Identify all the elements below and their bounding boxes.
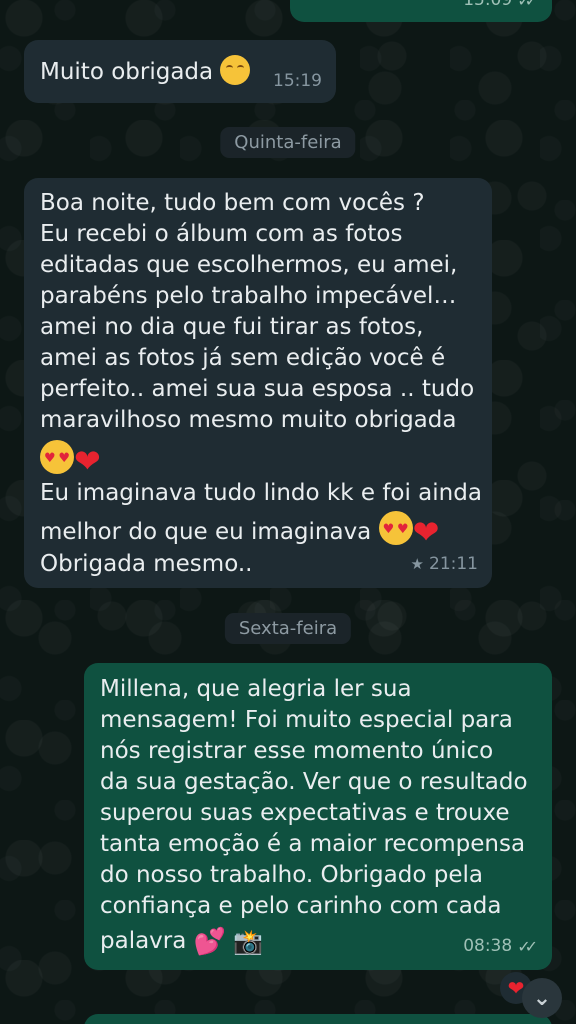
message-line: da sua gestação. Ver que o resultado	[100, 769, 528, 795]
message-line: confiança e pelo carinho com cada	[100, 893, 502, 919]
message-line-text: palavra	[100, 928, 187, 954]
message-line: parabéns pelo trabalho impecável…	[40, 283, 457, 309]
message-line: Boa noite, tudo bem com vocês ?	[40, 190, 425, 216]
message-line: Eu imaginava tudo lindo kk e foi ainda	[40, 480, 482, 506]
outgoing-message[interactable]: Millena, que alegria ler sua mensagem! F…	[84, 663, 552, 970]
message-meta: 15:09 ✓✓	[463, 0, 538, 16]
message-text: Muito obrigada	[40, 59, 214, 85]
message-meta: 15:19	[273, 66, 322, 97]
message-line: Eu recebi o álbum com as fotos	[40, 221, 403, 247]
partial-outgoing-message[interactable]	[84, 1014, 552, 1024]
heart-eyes-emoji-icon	[40, 440, 74, 474]
message-time: 15:09	[463, 0, 513, 10]
message-line-text: melhor do que eu imaginava	[40, 519, 372, 545]
message-line: tanta emoção é a maior recompensa	[100, 831, 526, 857]
date-separator: Sexta-feira	[224, 613, 352, 644]
two-hearts-icon: 💕	[193, 927, 227, 957]
message-line: Millena, que alegria ler sua	[100, 676, 412, 702]
message-line: editadas que escolhermos, eu amei,	[40, 252, 458, 278]
message-line: amei no dia que fui tirar as fotos,	[40, 314, 424, 340]
message-line: mensagem! Foi muito especial para	[100, 707, 513, 733]
chat-view[interactable]: 15:09 ✓✓ Muito obrigada 15:19 Quinta-fei…	[0, 0, 576, 1024]
message-line: superou suas expectativas e trouxe	[100, 800, 510, 826]
message-line: perfeito.. amei sua sua esposa .. tudo	[40, 376, 475, 402]
partial-outgoing-message[interactable]: 15:09 ✓✓	[290, 0, 552, 22]
star-icon: ★	[410, 555, 424, 573]
message-time: 15:19	[273, 71, 322, 91]
message-time: 21:11	[429, 554, 478, 574]
incoming-message[interactable]: Boa noite, tudo bem com vocês ? Eu receb…	[24, 178, 492, 588]
read-ticks-icon: ✓✓	[517, 937, 538, 956]
heart-eyes-emoji-icon	[378, 511, 413, 545]
date-separator: Quinta-feira	[220, 127, 356, 158]
scroll-to-bottom-button[interactable]: ⌄	[522, 978, 562, 1018]
incoming-message[interactable]: Muito obrigada 15:19	[24, 40, 336, 103]
emoji-line: ❤	[40, 436, 476, 478]
smiling-face-icon	[220, 55, 251, 85]
message-line: maravilhoso mesmo muito obrigada	[40, 407, 457, 433]
red-heart-icon: ❤	[412, 513, 440, 551]
message-meta: 08:38 ✓✓	[463, 931, 538, 962]
message-line: amei as fotos já sem edição você é	[40, 345, 446, 371]
read-ticks-icon: ✓✓	[517, 0, 538, 10]
camera-flash-icon: 📸	[233, 928, 264, 956]
double-chevron-down-icon: ⌄	[532, 985, 552, 1011]
message-line: nós registrar esse momento único	[100, 738, 494, 764]
red-heart-icon: ❤	[74, 442, 101, 480]
message-meta: ★ 21:11	[411, 549, 478, 580]
message-line: do nosso trabalho. Obrigado pela	[100, 862, 483, 888]
message-time: 08:38	[463, 936, 513, 956]
message-line-with-emoji: melhor do que eu imaginava ❤	[40, 509, 476, 549]
